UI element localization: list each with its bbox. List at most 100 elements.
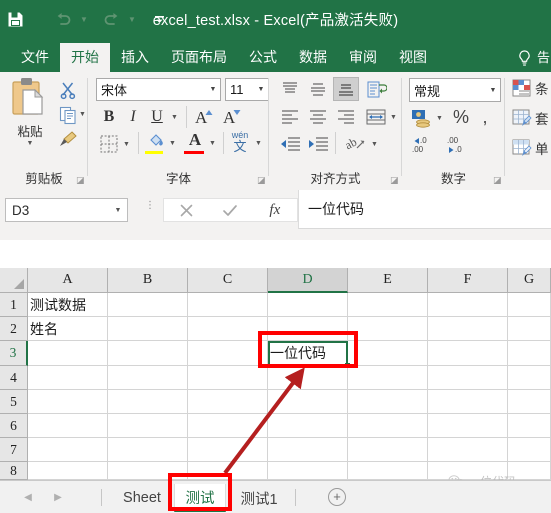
redo-icon[interactable] <box>96 4 126 34</box>
cell-c7[interactable] <box>188 438 268 462</box>
format-as-table-button[interactable]: 套 <box>512 108 549 128</box>
col-header-c[interactable]: C <box>188 268 268 293</box>
clipboard-dialog-launcher-icon[interactable]: ◪ <box>76 176 85 185</box>
cell-a8[interactable] <box>28 462 108 480</box>
name-box[interactable]: D3 ▼ <box>5 198 128 222</box>
cell-a7[interactable] <box>28 438 108 462</box>
tab-view[interactable]: 视图 <box>388 43 438 72</box>
cell-g2[interactable] <box>508 317 551 341</box>
increase-indent-button[interactable] <box>305 132 331 156</box>
add-sheet-button[interactable]: + <box>328 488 346 506</box>
cell-a6[interactable] <box>28 414 108 438</box>
cell-d3[interactable]: 一位代码 <box>268 341 348 366</box>
cell-b2[interactable] <box>108 317 188 341</box>
align-left-button[interactable] <box>277 105 303 129</box>
decrease-decimal-button[interactable]: .00 .0 <box>444 132 476 156</box>
formula-input[interactable]: 一位代码 <box>298 190 551 229</box>
insert-function-button[interactable]: fx <box>253 199 297 221</box>
paste-button[interactable]: 粘贴 ▼ <box>6 76 54 160</box>
font-name-combo[interactable]: 宋体 ▼ <box>96 78 221 101</box>
fill-handle[interactable] <box>345 363 350 368</box>
cell-d4[interactable] <box>268 366 348 390</box>
col-header-e[interactable]: E <box>348 268 428 293</box>
cell-c1[interactable] <box>188 293 268 317</box>
paste-dropdown-caret-icon[interactable]: ▼ <box>27 140 34 148</box>
col-header-f[interactable]: F <box>428 268 508 293</box>
cell-a3[interactable] <box>28 341 108 366</box>
row-header-3[interactable]: 3 <box>0 341 28 366</box>
cell-b8[interactable] <box>108 462 188 480</box>
cell-b7[interactable] <box>108 438 188 462</box>
cell-g7[interactable] <box>508 438 551 462</box>
cell-c3[interactable] <box>188 341 268 366</box>
cell-g4[interactable] <box>508 366 551 390</box>
row-header-1[interactable]: 1 <box>0 293 28 317</box>
borders-dropdown-caret-icon[interactable]: ▼ <box>123 141 130 148</box>
tab-formulas[interactable]: 公式 <box>238 43 288 72</box>
cell-e3[interactable] <box>348 341 428 366</box>
increase-decimal-button[interactable]: .0 .00 <box>409 132 439 156</box>
cell-g1[interactable] <box>508 293 551 317</box>
cell-b1[interactable] <box>108 293 188 317</box>
cell-e2[interactable] <box>348 317 428 341</box>
align-middle-button[interactable] <box>305 77 331 101</box>
cell-a1[interactable]: 测试数据 <box>28 293 108 317</box>
borders-button[interactable] <box>97 132 121 156</box>
phonetic-dropdown-caret-icon[interactable]: ▼ <box>255 140 262 147</box>
cell-b6[interactable] <box>108 414 188 438</box>
lightbulb-icon[interactable] <box>513 39 537 72</box>
cell-g3[interactable] <box>508 341 551 366</box>
fill-color-dropdown-caret-icon[interactable]: ▼ <box>169 140 176 147</box>
fill-color-button[interactable] <box>144 130 168 152</box>
cell-d8[interactable] <box>268 462 348 480</box>
cell-g5[interactable] <box>508 390 551 414</box>
cell-d5[interactable] <box>268 390 348 414</box>
undo-dropdown-caret-icon[interactable]: ▼ <box>78 4 90 34</box>
cell-f4[interactable] <box>428 366 508 390</box>
col-header-b[interactable]: B <box>108 268 188 293</box>
grow-font-button[interactable]: A <box>192 104 218 128</box>
underline-dropdown-caret-icon[interactable]: ▼ <box>171 114 178 121</box>
cell-d2[interactable] <box>268 317 348 341</box>
cell-e1[interactable] <box>348 293 428 317</box>
orientation-dropdown-caret-icon[interactable]: ▼ <box>371 141 378 148</box>
redo-dropdown-caret-icon[interactable]: ▼ <box>126 4 138 34</box>
row-header-2[interactable]: 2 <box>0 317 28 341</box>
sheet-tab-ceshi[interactable]: 测试 <box>174 484 226 512</box>
prev-sheet-button[interactable]: ◀ <box>20 489 36 505</box>
wrap-text-button[interactable] <box>363 77 389 101</box>
cell-d7[interactable] <box>268 438 348 462</box>
font-color-button[interactable]: A <box>184 129 206 151</box>
merge-center-button[interactable] <box>363 105 389 129</box>
comma-style-button[interactable]: , <box>476 105 494 129</box>
tab-page-layout[interactable]: 页面布局 <box>160 43 238 72</box>
font-dialog-launcher-icon[interactable]: ◪ <box>257 176 266 185</box>
align-right-button[interactable] <box>333 105 359 129</box>
number-dialog-launcher-icon[interactable]: ◪ <box>493 176 502 185</box>
font-name-caret-icon[interactable]: ▼ <box>206 86 220 93</box>
phonetic-guide-button[interactable]: wén 文 <box>228 130 252 155</box>
orientation-button[interactable]: ab <box>343 132 369 156</box>
accounting-dropdown-caret-icon[interactable]: ▼ <box>436 115 443 122</box>
sheet-tab-ceshi1[interactable]: 测试1 <box>229 484 289 512</box>
cell-c8[interactable] <box>188 462 268 480</box>
merge-dropdown-caret-icon[interactable]: ▼ <box>390 114 397 121</box>
copy-button[interactable] <box>56 104 80 126</box>
select-all-corner[interactable] <box>0 268 28 293</box>
save-icon[interactable] <box>0 4 30 34</box>
cell-c2[interactable] <box>188 317 268 341</box>
cell-a5[interactable] <box>28 390 108 414</box>
cell-a4[interactable] <box>28 366 108 390</box>
cell-d1[interactable] <box>268 293 348 317</box>
tab-insert[interactable]: 插入 <box>110 43 160 72</box>
tab-data[interactable]: 数据 <box>288 43 338 72</box>
cell-c4[interactable] <box>188 366 268 390</box>
undo-icon[interactable] <box>48 4 78 34</box>
tab-home[interactable]: 开始 <box>60 43 110 72</box>
tab-file[interactable]: 文件 <box>10 43 60 72</box>
accounting-format-button[interactable] <box>409 106 435 130</box>
col-header-d[interactable]: D <box>268 268 348 293</box>
row-header-8[interactable]: 8 <box>0 462 28 480</box>
alignment-dialog-launcher-icon[interactable]: ◪ <box>390 176 399 185</box>
cell-b3[interactable] <box>108 341 188 366</box>
